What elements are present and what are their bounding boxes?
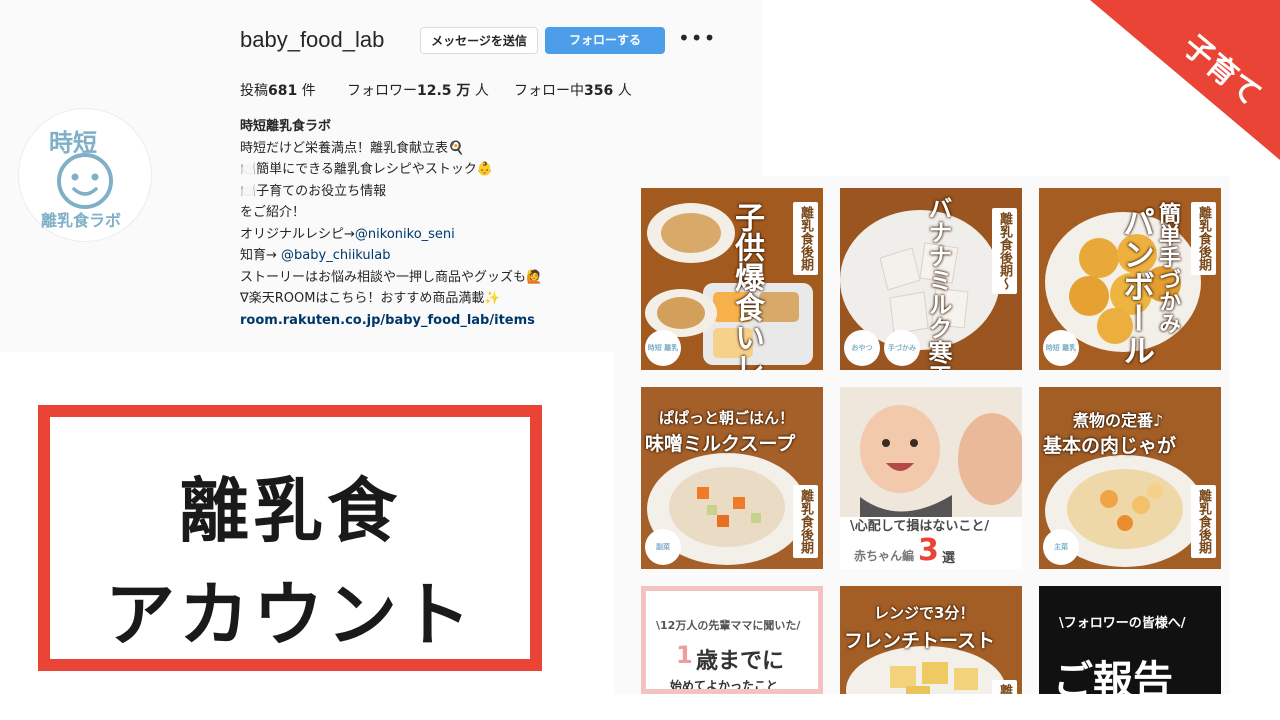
post-subtitle: 煮物の定番♪ xyxy=(1073,411,1164,430)
post-subtitle: ぱぱっと朝ごはん！ xyxy=(659,409,795,427)
follow-button[interactable]: フォローする xyxy=(545,27,665,54)
bio-name: 時短離乳食ラボ xyxy=(240,119,332,134)
following-count[interactable]: フォロー中356 人 xyxy=(514,80,632,100)
post-title: 基本の肉じゃが xyxy=(1043,435,1177,457)
post-subcaption: 赤ちゃん編 xyxy=(854,549,915,563)
post-category-chip: 副菜 xyxy=(645,529,681,565)
more-options-icon[interactable]: ••• xyxy=(678,28,716,48)
bio-line: 時短だけど栄養満点！離乳食献立表🍳 xyxy=(240,140,465,156)
post-tile-9[interactable]: \フォロワーの皆様へ/ ご報告 xyxy=(1039,586,1221,694)
post-title: 子供爆食いレシピ4選 xyxy=(729,202,764,370)
post-chip-finger: 手づかみ xyxy=(884,330,920,366)
post-logo-chip: 時短 離乳食ラボ xyxy=(1043,330,1079,366)
post-tile-7[interactable]: \12万人の先輩ママに聞いた/ 1 歳までに 始めてよかったこと xyxy=(641,586,823,694)
post-caption: \12万人の先輩ママに聞いた/ xyxy=(656,619,801,632)
avatar-top-text: 時短 xyxy=(49,129,97,157)
title-card: 離乳食 アカウント xyxy=(38,405,542,671)
post-title: 歳までに xyxy=(696,649,785,674)
post-badge: 離乳食後期 xyxy=(793,202,818,275)
post-grid: 子供爆食いレシピ4選 離乳食後期 時短 離乳食ラボ バナナミルク寒天 離乳食後期… xyxy=(614,176,1230,694)
message-button[interactable]: メッセージを送信 xyxy=(420,27,538,54)
post-tile-1[interactable]: 子供爆食いレシピ4選 離乳食後期 時短 離乳食ラボ xyxy=(641,188,823,370)
post-badge: 離乳食後期〜 xyxy=(992,208,1017,294)
post-badge: 離乳食後期 xyxy=(1191,485,1216,558)
post-title: フレンチトースト xyxy=(844,630,996,652)
post-subcaption-suffix: 選 xyxy=(942,551,956,566)
post-title: ご報告 xyxy=(1053,658,1173,694)
post-category-chip: 主菜 xyxy=(1043,529,1079,565)
post-number: 3 xyxy=(918,533,939,568)
post-tile-2[interactable]: バナナミルク寒天 離乳食後期〜 おやつ 手づかみ xyxy=(840,188,1022,370)
post-badge: 離 xyxy=(992,680,1017,694)
followers-count[interactable]: フォロワー12.5 万 人 xyxy=(347,80,489,100)
post-title: バナナミルク寒天 xyxy=(924,196,952,370)
avatar-bottom-text: 離乳食ラボ xyxy=(41,211,122,230)
username: baby_food_lab xyxy=(240,27,385,52)
post-tile-4[interactable]: ぱぱっと朝ごはん！ 味噌ミルクスープ 離乳食後期 副菜 xyxy=(641,387,823,569)
mention-link[interactable]: @nikoniko_seni xyxy=(355,227,455,242)
post-badge: 離乳食後期 xyxy=(793,485,818,558)
post-badge: 離乳食後期 xyxy=(1191,202,1216,275)
post-tile-8[interactable]: レンジで3分！ フレンチトースト 離 xyxy=(840,586,1022,694)
post-tile-3[interactable]: 簡単手づかみ パンボール 離乳食後期 時短 離乳食ラボ xyxy=(1039,188,1221,370)
title-line-2: アカウント xyxy=(105,574,475,656)
post-tile-6[interactable]: 煮物の定番♪ 基本の肉じゃが 離乳食後期 主菜 xyxy=(1039,387,1221,569)
post-chip-snack: おやつ xyxy=(844,330,880,366)
post-caption: \フォロワーの皆様へ/ xyxy=(1059,616,1186,631)
mention-link[interactable]: @baby_chiikulab xyxy=(281,248,390,263)
title-line-1: 離乳食 xyxy=(179,470,401,552)
posts-count[interactable]: 投稿681 件 xyxy=(240,80,316,100)
post-logo-chip: 時短 離乳食ラボ xyxy=(645,330,681,366)
post-caption: \心配して損はないこと/ xyxy=(850,519,990,534)
post-big-number: 1 xyxy=(676,641,693,669)
post-title: パンボール xyxy=(1118,206,1156,366)
post-subtitle: 簡単手づかみ xyxy=(1155,202,1180,334)
avatar[interactable]: 時短 離乳食ラボ xyxy=(18,108,152,242)
post-subtitle: レンジで3分！ xyxy=(874,604,975,622)
post-subtitle: 始めてよかったこと xyxy=(670,679,779,693)
post-title: 味噌ミルクスープ xyxy=(645,433,796,455)
post-tile-5[interactable]: \心配して損はないこと/ 赤ちゃん編 3 選 xyxy=(840,387,1022,569)
